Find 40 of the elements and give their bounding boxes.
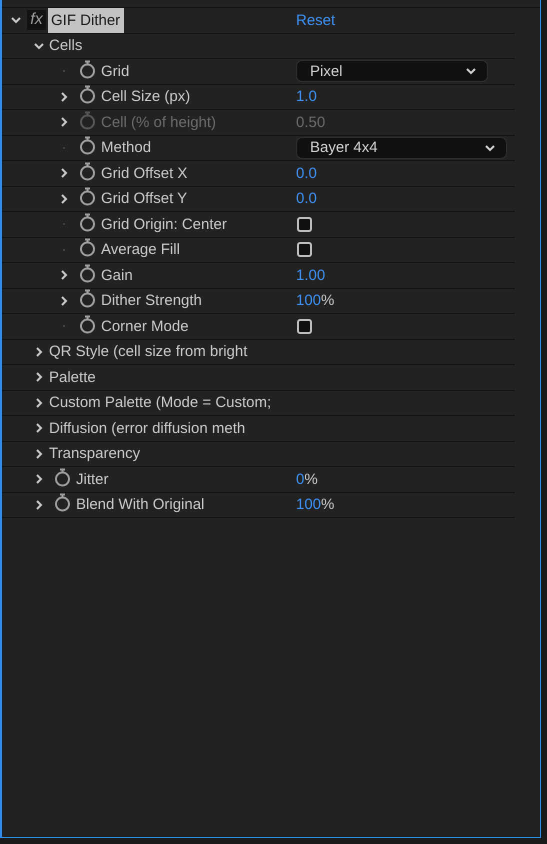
property-label: Corner Mode: [101, 318, 189, 335]
unit-label: %: [321, 292, 334, 310]
property-label: Cell (% of height): [101, 114, 216, 131]
property-label: Grid Offset X: [101, 164, 188, 182]
dropdown[interactable]: Pixel: [296, 60, 488, 82]
group-label[interactable]: Palette: [49, 368, 96, 386]
group-label[interactable]: Transparency: [49, 445, 140, 462]
value-field[interactable]: 0.0: [296, 164, 317, 182]
group-label[interactable]: Custom Palette (Mode = Custom;: [49, 394, 272, 412]
fx-badge: fx: [27, 10, 46, 30]
checkbox[interactable]: [297, 242, 312, 258]
chevron-down-icon: [484, 142, 496, 153]
property-label: Grid: [101, 62, 130, 80]
group-label[interactable]: Cells: [49, 37, 82, 54]
property-label: Grid Origin: Center: [101, 216, 227, 233]
property-label: Gain: [101, 266, 133, 284]
value-field[interactable]: 0: [296, 470, 304, 488]
chevron-down-icon: [465, 66, 477, 76]
effect-name[interactable]: GIF Dither: [48, 8, 124, 33]
value-field[interactable]: 1.00: [296, 266, 326, 284]
value-field[interactable]: 100: [296, 496, 322, 514]
unit-label: %: [321, 496, 334, 514]
property-label: Method: [101, 139, 152, 156]
property-label: Blend With Original: [76, 496, 204, 514]
value-field[interactable]: 1.0: [296, 88, 317, 106]
property-label: Average Fill: [101, 241, 180, 258]
checkbox[interactable]: [297, 216, 312, 232]
group-label[interactable]: Diffusion (error diffusion meth: [49, 420, 246, 437]
property-label: Dither Strength: [101, 292, 202, 310]
property-label: Grid Offset Y: [101, 190, 188, 208]
dropdown[interactable]: Bayer 4x4: [296, 136, 507, 159]
unit-label: %: [304, 470, 318, 488]
value-field[interactable]: 0.0: [296, 190, 317, 208]
checkbox[interactable]: [297, 318, 312, 334]
group-label[interactable]: QR Style (cell size from bright: [49, 343, 248, 360]
reset-link[interactable]: Reset: [296, 12, 336, 29]
property-label: Cell Size (px): [101, 88, 190, 106]
value-field[interactable]: 100: [296, 292, 322, 310]
property-label: Jitter: [76, 470, 109, 488]
value-field: 0.50: [296, 114, 326, 131]
